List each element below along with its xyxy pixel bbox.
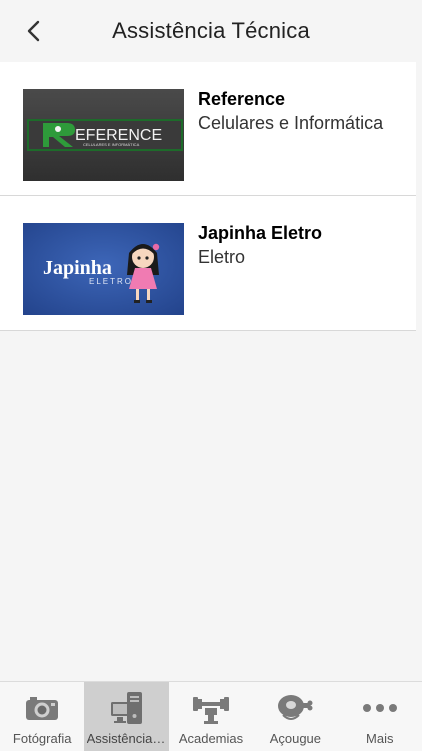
- business-list: EFERENCE CELULARES E INFORMÁTICA Referen…: [0, 62, 416, 331]
- dumbbell-icon: [192, 697, 229, 724]
- meat-icon: [278, 695, 313, 720]
- tab-label: Açougue: [269, 731, 322, 746]
- nav-bar: Assistência Técnica: [0, 0, 422, 62]
- page-title: Assistência Técnica: [112, 18, 310, 43]
- tab-label: Mais: [366, 731, 394, 746]
- item-title: Japinha Eletro: [198, 223, 323, 243]
- tab-fotografia[interactable]: Fotógrafia: [0, 682, 84, 751]
- reference-logo-image: EFERENCE CELULARES E INFORMÁTICA: [23, 89, 184, 181]
- tab-acougue[interactable]: Açougue: [253, 682, 337, 751]
- reference-logo-subtext: CELULARES E INFORMÁTICA: [83, 142, 140, 147]
- tab-mais[interactable]: Mais: [338, 682, 422, 751]
- item-subtitle: Celulares e Informática: [198, 113, 384, 133]
- japinha-logo-subtext: ELETRO: [89, 277, 133, 286]
- tab-label: Academias: [178, 731, 244, 746]
- back-button[interactable]: [18, 14, 48, 48]
- camera-icon: [26, 697, 59, 720]
- japinha-logo-text: Japinha: [43, 257, 112, 279]
- tab-label: Fotógrafia: [12, 731, 72, 746]
- more-icon: [362, 704, 397, 712]
- item-title: Reference: [198, 89, 286, 109]
- item-subtitle: Eletro: [198, 247, 246, 267]
- tab-academias[interactable]: Academias: [169, 682, 253, 751]
- tab-label: Assistência Técnica: [86, 731, 167, 746]
- list-item-japinha[interactable]: Japinha ELETRO Japinha Eletro Eletro: [0, 196, 416, 331]
- tab-assistencia-tecnica[interactable]: Assistência Técnica: [84, 682, 169, 751]
- list-item-reference[interactable]: EFERENCE CELULARES E INFORMÁTICA Referen…: [0, 62, 416, 196]
- chevron-left-icon: [27, 20, 40, 42]
- japinha-logo-image: Japinha ELETRO: [23, 223, 184, 315]
- computer-icon: [110, 692, 142, 724]
- tab-bar: Fotógrafia Assistência Técnica: [0, 681, 422, 751]
